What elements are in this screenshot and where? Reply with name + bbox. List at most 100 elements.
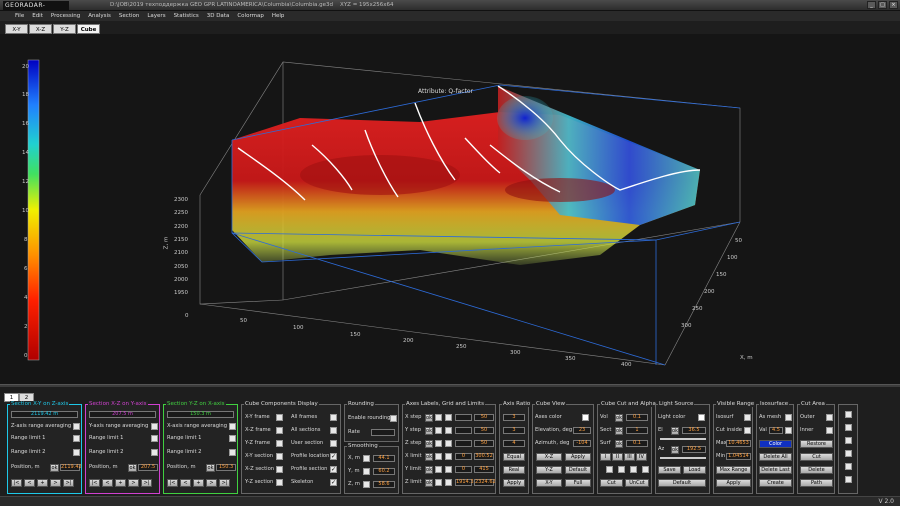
comp-xy-section-checkbox[interactable] (276, 453, 283, 460)
cutalpha-uncut-button[interactable]: UnCut (625, 479, 649, 487)
light-load-button[interactable]: Load (683, 466, 706, 474)
cutalpha-check-4[interactable] (642, 466, 649, 473)
cutalpha-vol-input[interactable]: 0.1 (626, 414, 648, 421)
isosurf-deleteall-button[interactable]: Delete All (759, 453, 792, 461)
xz-prev-button[interactable]: < (102, 479, 113, 487)
visrange-max-input[interactable]: 10.4653 (726, 440, 751, 447)
visrange-cutinside-checkbox[interactable] (744, 427, 751, 434)
cube-plot-svg[interactable] (0, 34, 900, 384)
ratio-equal-button[interactable]: Equal (503, 453, 525, 461)
yz-center-button[interactable]: + (193, 479, 204, 487)
cubeview-azimuth-input[interactable]: -104 (573, 440, 591, 447)
cutarea-path-button[interactable]: Path (800, 479, 833, 487)
panel-splitter[interactable] (0, 384, 900, 387)
extra-toggle-5[interactable] (845, 463, 852, 470)
isosurf-create-button[interactable]: Create (759, 479, 792, 487)
yz-ok-button[interactable]: ok (206, 464, 215, 472)
cutalpha-check-2[interactable] (618, 466, 625, 473)
xy-first-button[interactable]: |< (11, 479, 22, 487)
yz-range1-checkbox[interactable] (229, 435, 236, 442)
cutalpha-cut-button[interactable]: Cut (600, 479, 623, 487)
menu-analysis[interactable]: Analysis (88, 11, 111, 21)
axes-ylimit-max[interactable]: 415 (474, 466, 494, 473)
cubeview-axes-color-swatch[interactable] (582, 414, 589, 421)
yz-prev-button[interactable]: < (180, 479, 191, 487)
yz-first-button[interactable]: |< (167, 479, 178, 487)
yz-next-button[interactable]: > (206, 479, 217, 487)
axes-zlimit-grid-checkbox[interactable] (445, 479, 452, 486)
axes-xlimit-ok-button[interactable]: ok (425, 453, 433, 461)
cutalpha-surf-input[interactable]: 0.1 (626, 440, 648, 447)
xy-last-button[interactable]: >| (63, 479, 74, 487)
xy-avg-checkbox[interactable] (73, 423, 80, 430)
ratio-x-input[interactable]: 3 (503, 414, 525, 421)
axes-xlimit-checkbox[interactable] (435, 453, 442, 460)
cubeview-xz-button[interactable]: X-Z (536, 453, 562, 461)
axes-zstep-min[interactable] (455, 440, 472, 447)
smooth-y-checkbox[interactable] (363, 468, 370, 475)
light-el-ok-button[interactable]: ok (671, 427, 679, 435)
yz-last-button[interactable]: >| (219, 479, 230, 487)
cutalpha-iv-button[interactable]: IV (636, 453, 647, 461)
axes-xstep-min[interactable] (455, 414, 472, 421)
xz-range2-checkbox[interactable] (151, 449, 158, 456)
ratio-apply-button[interactable]: Apply (503, 479, 525, 487)
ratio-y-input[interactable]: 3 (503, 427, 525, 434)
axes-xlimit-max[interactable]: 300.52 (474, 453, 494, 460)
light-default-button[interactable]: Default (658, 479, 706, 487)
comp-all-frames-checkbox[interactable] (330, 414, 337, 421)
extra-toggle-6[interactable] (845, 476, 852, 483)
comp-yz-frame-checkbox[interactable] (276, 440, 283, 447)
xz-center-button[interactable]: + (115, 479, 126, 487)
maximize-icon[interactable]: □ (878, 1, 887, 9)
axes-xstep-value[interactable]: 50 (474, 414, 494, 421)
isosurf-val-checkbox[interactable] (785, 427, 792, 434)
xz-position-input[interactable]: 207.5 (138, 464, 158, 471)
axes-zlimit-min[interactable]: 1914.32 (455, 479, 477, 486)
cutalpha-ii-button[interactable]: II (612, 453, 623, 461)
xy-center-button[interactable]: + (37, 479, 48, 487)
xz-range1-checkbox[interactable] (151, 435, 158, 442)
light-az-input[interactable]: 192.5 (682, 446, 706, 453)
yz-range2-checkbox[interactable] (229, 449, 236, 456)
xy-next-button[interactable]: > (50, 479, 61, 487)
tab-x-z[interactable]: X-Z (29, 24, 52, 34)
comp-profile-location-checkbox[interactable]: ✓ (330, 453, 337, 460)
cutalpha-sect-ok-button[interactable]: ok (615, 427, 623, 435)
extra-toggle-2[interactable] (845, 424, 852, 431)
axes-zstep-grid-checkbox[interactable] (445, 440, 452, 447)
light-el-input[interactable]: 36.5 (682, 427, 706, 434)
menu-colormap[interactable]: Colormap (237, 11, 263, 21)
extra-toggle-3[interactable] (845, 437, 852, 444)
tab-x-y[interactable]: X-Y (5, 24, 28, 34)
menu-statistics[interactable]: Statistics (174, 11, 199, 21)
axes-ystep-value[interactable]: 50 (474, 427, 494, 434)
visrange-min-input[interactable]: 1.04514 (726, 453, 751, 460)
minimize-icon[interactable]: _ (867, 1, 876, 9)
yz-avg-checkbox[interactable] (229, 423, 236, 430)
light-save-button[interactable]: Save (658, 466, 681, 474)
menu-file[interactable]: File (15, 11, 24, 21)
comp-xz-frame-checkbox[interactable] (276, 427, 283, 434)
axes-ystep-min[interactable] (455, 427, 472, 434)
cutarea-inner-checkbox[interactable] (826, 427, 833, 434)
menu-layers[interactable]: Layers (147, 11, 165, 21)
comp-xz-section-checkbox[interactable] (276, 466, 283, 473)
comp-profile-section-checkbox[interactable]: ✓ (330, 466, 337, 473)
xy-range2-checkbox[interactable] (73, 449, 80, 456)
cutalpha-check-1[interactable] (606, 466, 613, 473)
axes-zlimit-ok-button[interactable]: ok (425, 479, 433, 487)
smooth-y-input[interactable]: 60.2 (373, 468, 395, 475)
cutalpha-iii-button[interactable]: III (624, 453, 635, 461)
xz-avg-checkbox[interactable] (151, 423, 158, 430)
smooth-z-input[interactable]: 58.6 (373, 481, 395, 488)
comp-user-section-checkbox[interactable] (330, 440, 337, 447)
cubeview-full-button[interactable]: Full (565, 479, 591, 487)
xz-last-button[interactable]: >| (141, 479, 152, 487)
rounding-rate-input[interactable] (371, 429, 395, 436)
smooth-x-input[interactable]: 44.1 (373, 455, 395, 462)
smooth-x-checkbox[interactable] (363, 455, 370, 462)
xy-position-input[interactable]: 2119.42 (60, 464, 82, 471)
xz-first-button[interactable]: |< (89, 479, 100, 487)
isosurf-deletelast-button[interactable]: Delete Last (759, 466, 792, 474)
